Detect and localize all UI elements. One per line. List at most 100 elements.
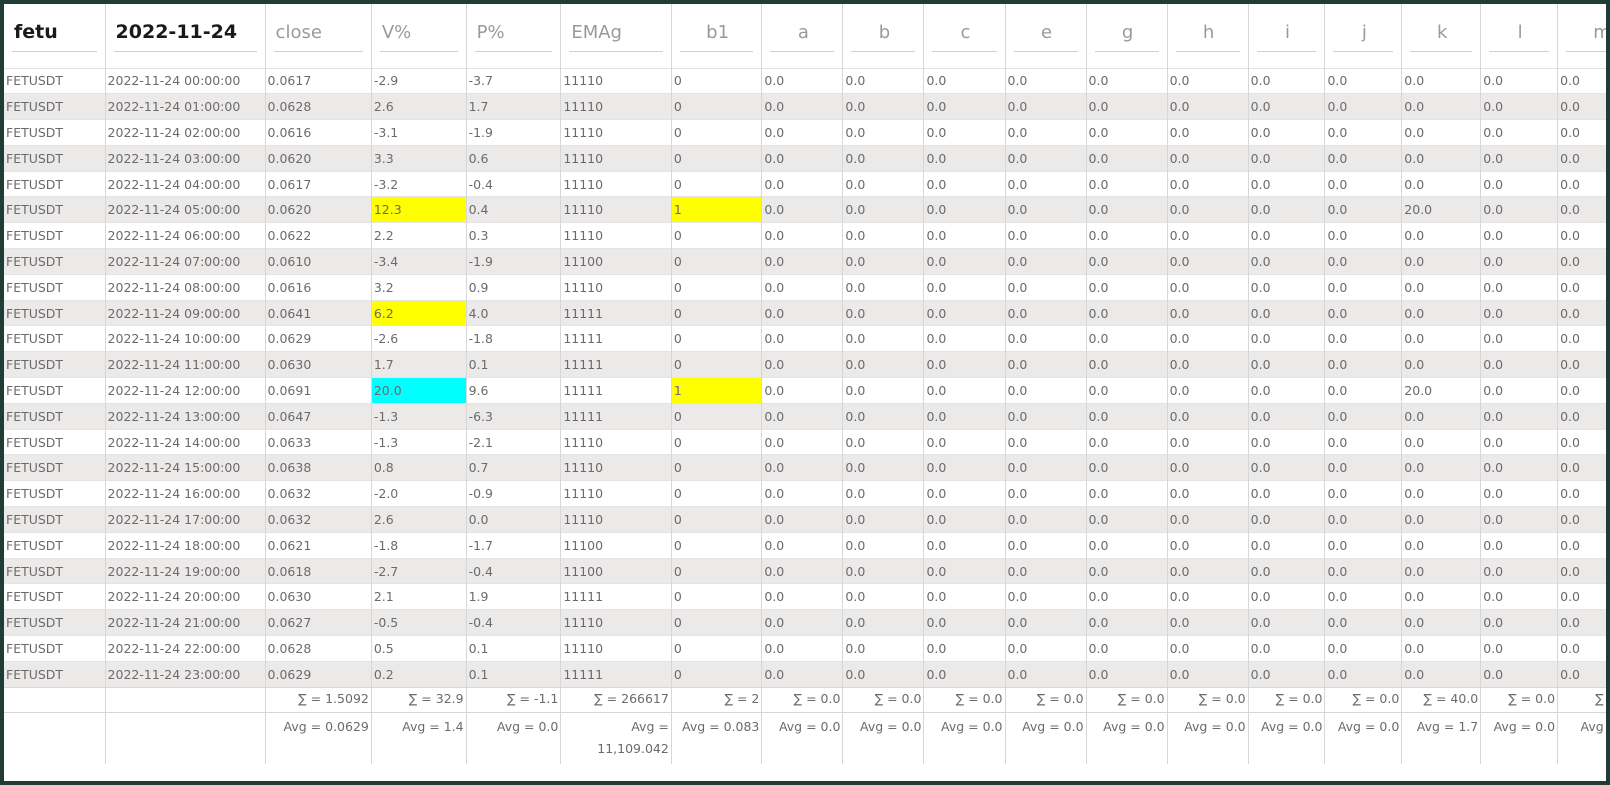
column-header-9[interactable]: g	[1085, 4, 1168, 68]
sum-cell: ∑ = 0.0	[761, 686, 843, 713]
column-filter-input[interactable]: g	[1094, 20, 1159, 52]
column-header-4[interactable]: b1	[670, 4, 762, 68]
table-row[interactable]: FETUSDT 2022-11-24 06:00:00 0.0622 2.2 0.3 11…	[4, 222, 1606, 249]
cell-v: -2.0	[370, 480, 467, 507]
cell-b: 0.0	[842, 506, 924, 533]
column-filter-input[interactable]: P%	[474, 20, 553, 52]
column-filter-input[interactable]: EMAg	[569, 20, 663, 52]
cell-c: 0.0	[923, 144, 1005, 172]
date-filter-input[interactable]: 2022-11-24	[113, 19, 257, 53]
cell-j: 0.0	[1324, 660, 1402, 688]
table-row[interactable]: FETUSDT 2022-11-24 21:00:00 0.0627 -0.5 -0.4…	[4, 609, 1606, 636]
cell-e: 0.0	[1004, 196, 1087, 223]
column-filter-input[interactable]: c	[932, 20, 997, 52]
table-row[interactable]: FETUSDT 2022-11-24 22:00:00 0.0628 0.5 0.1 11…	[4, 635, 1606, 662]
column-header-10[interactable]: h	[1166, 4, 1249, 68]
column-filter-input[interactable]: close	[273, 20, 363, 52]
cell-a: 0.0	[761, 196, 843, 223]
column-header-0[interactable]: close	[264, 4, 372, 68]
cell-b1: 0	[670, 531, 762, 559]
column-filter-input[interactable]: a	[770, 20, 835, 52]
cell-i: 0.0	[1247, 273, 1325, 301]
table-row[interactable]: FETUSDT 2022-11-24 07:00:00 0.0610 -3.4 -1.9…	[4, 248, 1606, 275]
column-header-12[interactable]: j	[1324, 4, 1402, 68]
cell-symbol: FETUSDT	[4, 377, 106, 404]
table-row[interactable]: FETUSDT 2022-11-24 10:00:00 0.0629 -2.6 -1.8…	[4, 325, 1606, 352]
symbol-filter-input[interactable]: fetu	[12, 19, 97, 53]
column-filter-input[interactable]: m	[1566, 20, 1606, 52]
column-header-8[interactable]: e	[1004, 4, 1087, 68]
avg-cell: Avg = 0.0	[1247, 711, 1325, 765]
cell-j: 0.0	[1324, 222, 1402, 249]
table-row[interactable]: FETUSDT 2022-11-24 11:00:00 0.0630 1.7 0.1 11…	[4, 351, 1606, 378]
column-header-11[interactable]: i	[1247, 4, 1325, 68]
cell-h: 0.0	[1166, 170, 1249, 197]
cell-v: -3.2	[370, 170, 467, 197]
cell-k: 0.0	[1401, 170, 1481, 197]
cell-e: 0.0	[1004, 480, 1087, 507]
cell-close: 0.0632	[264, 480, 372, 507]
cell-p: 0.9	[465, 273, 561, 301]
column-header-1[interactable]: V%	[370, 4, 467, 68]
column-header-15[interactable]: m	[1557, 4, 1606, 68]
table-row[interactable]: FETUSDT 2022-11-24 20:00:00 0.0630 2.1 1.9 11…	[4, 583, 1606, 610]
cell-close: 0.0616	[264, 273, 372, 301]
cell-g: 0.0	[1085, 299, 1168, 326]
column-header-7[interactable]: c	[923, 4, 1005, 68]
column-header-14[interactable]: l	[1480, 4, 1558, 68]
table-row[interactable]: FETUSDT 2022-11-24 09:00:00 0.0641 6.2 4.0 11…	[4, 299, 1606, 326]
date-filter-cell[interactable]: 2022-11-24	[104, 4, 266, 68]
cell-b: 0.0	[842, 67, 924, 94]
cell-c: 0.0	[923, 222, 1005, 249]
column-filter-input[interactable]: i	[1256, 20, 1317, 52]
column-header-13[interactable]: k	[1401, 4, 1481, 68]
cell-l: 0.0	[1480, 299, 1558, 326]
column-filter-input[interactable]: l	[1489, 20, 1550, 52]
column-filter-input[interactable]: e	[1013, 20, 1078, 52]
cell-e: 0.0	[1004, 428, 1087, 455]
cell-k: 0.0	[1401, 119, 1481, 146]
table-row[interactable]: FETUSDT 2022-11-24 05:00:00 0.0620 12.3 0.4 1…	[4, 196, 1606, 223]
table-row[interactable]: FETUSDT 2022-11-24 23:00:00 0.0629 0.2 0.1 11…	[4, 660, 1606, 688]
symbol-filter-cell[interactable]: fetu	[4, 4, 105, 68]
cell-l: 0.0	[1480, 67, 1558, 94]
cell-b1: 1	[670, 196, 762, 223]
table-row[interactable]: FETUSDT 2022-11-24 01:00:00 0.0628 2.6 1.7 11…	[4, 93, 1606, 120]
cell-symbol: FETUSDT	[4, 454, 106, 481]
column-header-3[interactable]: EMAg	[560, 4, 672, 68]
table-row[interactable]: FETUSDT 2022-11-24 17:00:00 0.0632 2.6 0.0 11…	[4, 506, 1606, 533]
table-row[interactable]: FETUSDT 2022-11-24 19:00:00 0.0618 -2.7 -0.4…	[4, 557, 1606, 584]
table-row[interactable]: FETUSDT 2022-11-24 14:00:00 0.0633 -1.3 -2.1…	[4, 428, 1606, 455]
avg-cell: Avg = 0.0	[761, 711, 843, 765]
table-row[interactable]: FETUSDT 2022-11-24 13:00:00 0.0647 -1.3 -6.3…	[4, 402, 1606, 430]
column-filter-input[interactable]: j	[1333, 20, 1394, 52]
cell-a: 0.0	[761, 506, 843, 533]
column-header-2[interactable]: P%	[465, 4, 561, 68]
avg-cell: Avg = 0.0	[1480, 711, 1558, 765]
table-row[interactable]: FETUSDT 2022-11-24 15:00:00 0.0638 0.8 0.7 11…	[4, 454, 1606, 481]
table-row[interactable]: FETUSDT 2022-11-24 00:00:00 0.0617 -2.9 -3.7…	[4, 67, 1606, 94]
column-filter-input[interactable]: b	[851, 20, 916, 52]
cell-p: -2.1	[465, 428, 561, 455]
cell-c: 0.0	[923, 170, 1005, 197]
cell-l: 0.0	[1480, 93, 1558, 120]
table-row[interactable]: FETUSDT 2022-11-24 03:00:00 0.0620 3.3 0.6 11…	[4, 144, 1606, 172]
cell-v: -2.6	[370, 325, 467, 352]
table-row[interactable]: FETUSDT 2022-11-24 18:00:00 0.0621 -1.8 -1.7…	[4, 531, 1606, 559]
cell-time: 2022-11-24 15:00:00	[104, 454, 266, 481]
table-row[interactable]: FETUSDT 2022-11-24 02:00:00 0.0616 -3.1 -1.9…	[4, 119, 1606, 146]
sum-cell: ∑ = 1.5092	[264, 686, 372, 713]
column-filter-input[interactable]: b1	[679, 20, 754, 52]
cell-i: 0.0	[1247, 93, 1325, 120]
table-row[interactable]: FETUSDT 2022-11-24 12:00:00 0.0691 20.0 9.6 1…	[4, 377, 1606, 404]
column-filter-input[interactable]: V%	[379, 20, 458, 52]
column-filter-input[interactable]: k	[1410, 20, 1473, 52]
cell-b1: 0	[670, 248, 762, 275]
table-row[interactable]: FETUSDT 2022-11-24 08:00:00 0.0616 3.2 0.9 11…	[4, 273, 1606, 301]
column-header-6[interactable]: b	[842, 4, 924, 68]
table-row[interactable]: FETUSDT 2022-11-24 16:00:00 0.0632 -2.0 -0.9…	[4, 480, 1606, 507]
column-header-5[interactable]: a	[761, 4, 843, 68]
cell-time: 2022-11-24 01:00:00	[104, 93, 266, 120]
column-filter-input[interactable]: h	[1175, 20, 1240, 52]
table-row[interactable]: FETUSDT 2022-11-24 04:00:00 0.0617 -3.2 -0.4…	[4, 170, 1606, 197]
